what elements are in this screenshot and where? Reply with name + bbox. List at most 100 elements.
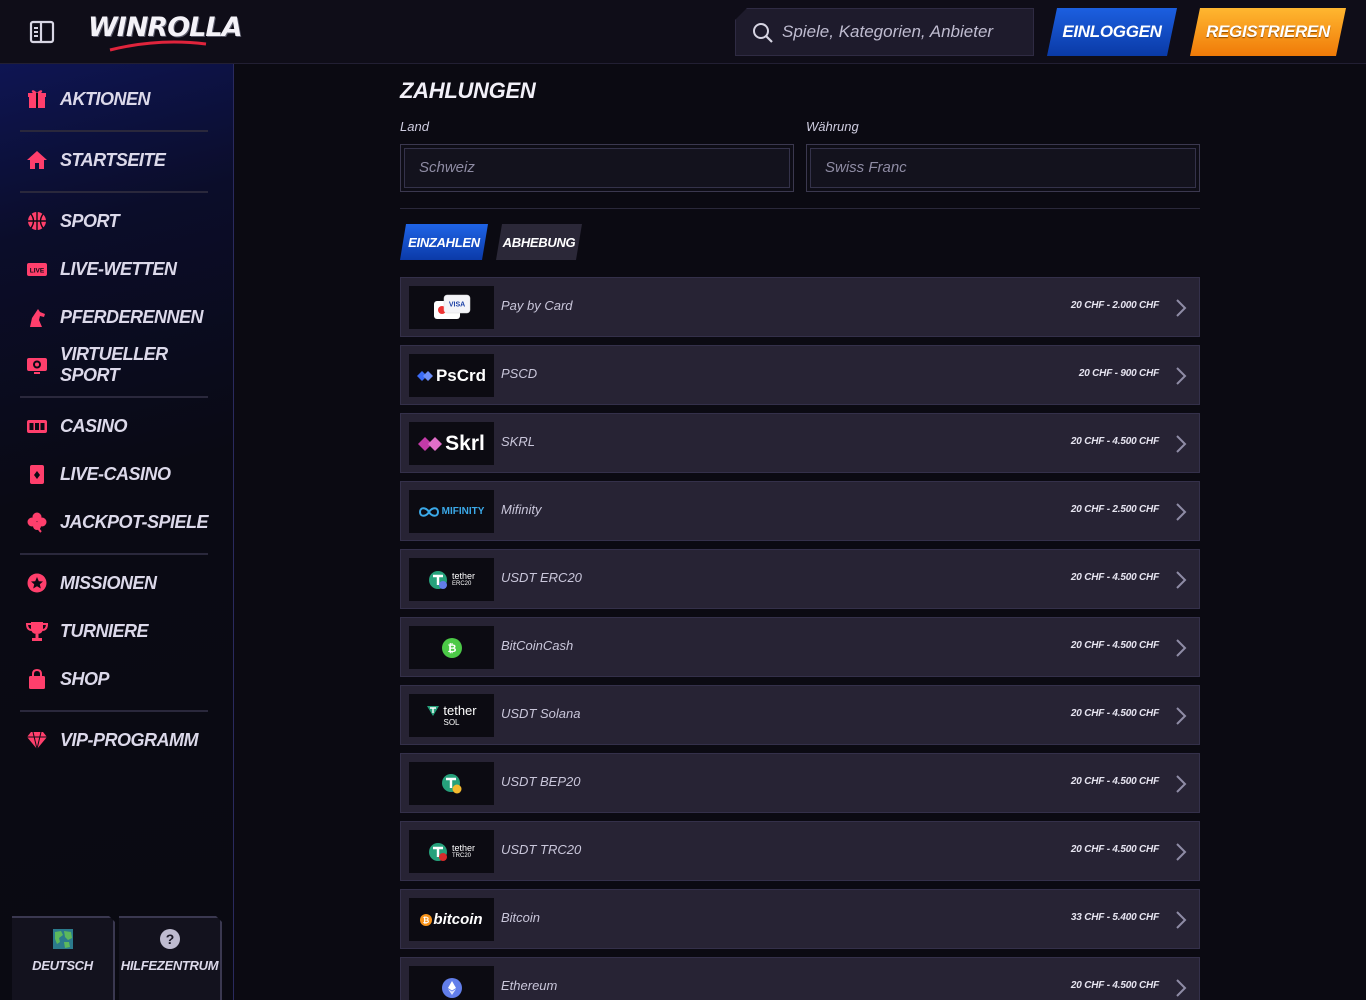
sidebar-item-pferderennen[interactable]: PFERDERENNEN	[26, 302, 216, 332]
sidebar-item-label: STARTSEITE	[60, 149, 166, 170]
tether-network-text: ERC20	[451, 581, 472, 587]
tether-sol-logo: tether SOL	[409, 694, 494, 737]
sidebar-item-vip-programm[interactable]: VIP-PROGRAMM	[26, 725, 216, 755]
logo-text: WINROLLA	[88, 12, 242, 43]
visa-text: VISA	[448, 301, 464, 308]
tether-icon	[428, 570, 447, 589]
cards-icon	[30, 465, 44, 484]
chevron-right-icon	[1176, 503, 1187, 521]
sidebar-item-turniere[interactable]: TURNIERE	[26, 616, 216, 646]
bitcoin-logo: ₿ bitcoin	[409, 898, 494, 941]
sidebar-item-aktionen[interactable]: AKTIONEN	[26, 84, 216, 114]
method-name: USDT Solana	[501, 706, 581, 721]
method-range: 20 CHF - 2.000 CHF	[1070, 300, 1159, 311]
payment-method-row[interactable]: tether SOL USDT Solana 20 CHF - 4.500 CH…	[400, 685, 1200, 745]
payment-method-row[interactable]: USDT BEP20 20 CHF - 4.500 CHF	[400, 753, 1200, 813]
payment-method-row[interactable]: PsCrd PSCD 20 CHF - 900 CHF	[400, 345, 1200, 405]
pscrd-logo: PsCrd	[409, 354, 494, 397]
currency-select[interactable]: Swiss Franc	[806, 144, 1200, 192]
country-value: Schweiz	[419, 159, 475, 176]
method-name: Ethereum	[501, 978, 558, 993]
sidebar-item-live-casino[interactable]: LIVE-CASINO	[26, 459, 216, 489]
login-button[interactable]: EINLOGGEN	[1047, 8, 1177, 56]
virtual-sport-icon	[27, 358, 47, 374]
globe-icon	[52, 928, 74, 950]
payment-method-row[interactable]: VISA Pay by Card 20 CHF - 2.000 CHF	[400, 277, 1200, 337]
method-name: PSCD	[501, 366, 538, 381]
sidebar-item-casino[interactable]: CASINO	[26, 411, 216, 441]
section-divider	[400, 208, 1200, 209]
method-range: 20 CHF - 4.500 CHF	[1070, 980, 1159, 991]
tab-withdrawal[interactable]: ABHEBUNG	[496, 224, 582, 260]
sidebar-item-jackpot-spiele[interactable]: JACKPOT-SPIELE	[26, 507, 216, 537]
live-badge-text: LIVE	[30, 268, 45, 275]
search-box[interactable]	[735, 8, 1034, 56]
chevron-right-icon	[1176, 639, 1187, 657]
sidebar-item-startseite[interactable]: STARTSEITE	[26, 145, 216, 175]
search-icon	[753, 23, 773, 43]
chevron-right-icon	[1176, 843, 1187, 861]
register-button[interactable]: REGISTRIEREN	[1190, 8, 1346, 56]
method-range: 20 CHF - 4.500 CHF	[1070, 572, 1159, 583]
payment-method-row[interactable]: tether ERC20 USDT ERC20 20 CHF - 4.500 C…	[400, 549, 1200, 609]
sidebar-item-label: CASINO	[60, 415, 128, 436]
method-name: USDT ERC20	[501, 570, 582, 585]
payment-method-row[interactable]: tether TRC20 USDT TRC20 20 CHF - 4.500 C…	[400, 821, 1200, 881]
payment-method-row[interactable]: Skrl SKRL 20 CHF - 4.500 CHF	[400, 413, 1200, 473]
sidebar-item-shop[interactable]: SHOP	[26, 664, 216, 694]
logo-swoosh-icon	[109, 40, 207, 52]
method-name: SKRL	[501, 434, 535, 449]
sidebar-divider	[20, 130, 208, 132]
infinity-icon	[418, 506, 439, 517]
clover-icon	[27, 512, 47, 533]
sidebar-item-virtueller-sport[interactable]: VIRTUELLER SPORT	[26, 344, 216, 385]
help-label: HILFEZENTRUM	[120, 958, 219, 973]
tether-bep20-icon	[441, 773, 461, 793]
language-selector[interactable]: DEUTSCH	[12, 916, 115, 1000]
chevron-right-icon	[1176, 911, 1187, 929]
sidebar-divider	[20, 191, 208, 193]
currency-value: Swiss Franc	[825, 159, 907, 176]
mifinity-logo: MIFINITY	[409, 490, 494, 533]
chevron-right-icon	[1176, 707, 1187, 725]
tether-logo-text: tether	[451, 843, 475, 853]
sidebar-item-label: VIP-PROGRAMM	[60, 729, 199, 750]
winrolla-logo[interactable]: WINROLLA	[88, 10, 242, 54]
skrl-logo-text: Skrl	[445, 431, 485, 455]
tab-deposit[interactable]: EINZAHLEN	[400, 224, 488, 260]
help-center-button[interactable]: ? HILFEZENTRUM	[119, 916, 222, 1000]
sidebar-item-label: AKTIONEN	[60, 88, 151, 109]
method-name: USDT TRC20	[501, 842, 582, 857]
sidebar-item-missionen[interactable]: MISSIONEN	[26, 568, 216, 598]
method-range: 20 CHF - 4.500 CHF	[1070, 844, 1159, 855]
sidebar-divider	[20, 553, 208, 555]
payment-method-row[interactable]: Ethereum 20 CHF - 4.500 CHF	[400, 957, 1200, 1000]
sidebar-item-label: SHOP	[60, 668, 110, 689]
country-select[interactable]: Schweiz	[400, 144, 794, 192]
tether-network-text: SOL	[443, 718, 460, 727]
pscrd-logo-text: PsCrd	[435, 365, 487, 385]
method-name: Pay by Card	[501, 298, 573, 313]
search-input[interactable]	[782, 19, 1022, 45]
payment-method-row[interactable]: ₿ bitcoin Bitcoin 33 CHF - 5.400 CHF	[400, 889, 1200, 949]
sidebar-item-live-wetten[interactable]: LIVE LIVE-WETTEN	[26, 254, 216, 284]
payment-method-row[interactable]: ₿ BitCoinCash 20 CHF - 4.500 CHF	[400, 617, 1200, 677]
page-title: ZAHLUNGEN	[400, 78, 536, 103]
chevron-right-icon	[1176, 367, 1187, 385]
sidebar-divider	[20, 710, 208, 712]
method-range: 20 CHF - 4.500 CHF	[1070, 776, 1159, 787]
bitcoincash-logo: ₿	[409, 626, 494, 669]
tether-network-text: TRC20	[451, 853, 471, 859]
slot-machine-icon	[27, 420, 47, 433]
sidebar-item-label: LIVE-CASINO	[60, 463, 171, 484]
sidebar-toggle-icon[interactable]	[28, 18, 56, 46]
payment-method-row[interactable]: MIFINITY Mifinity 20 CHF - 2.500 CHF	[400, 481, 1200, 541]
sidebar-item-sport[interactable]: SPORT	[26, 206, 216, 236]
mifinity-logo-text: MIFINITY	[441, 506, 485, 517]
method-name: Bitcoin	[501, 910, 541, 925]
sidebar-item-label: JACKPOT-SPIELE	[60, 511, 209, 532]
star-badge-icon	[27, 573, 47, 593]
country-label: Land	[400, 119, 429, 134]
pscrd-diamond-icon	[416, 370, 433, 381]
sidebar-item-label: SPORT	[60, 210, 120, 231]
